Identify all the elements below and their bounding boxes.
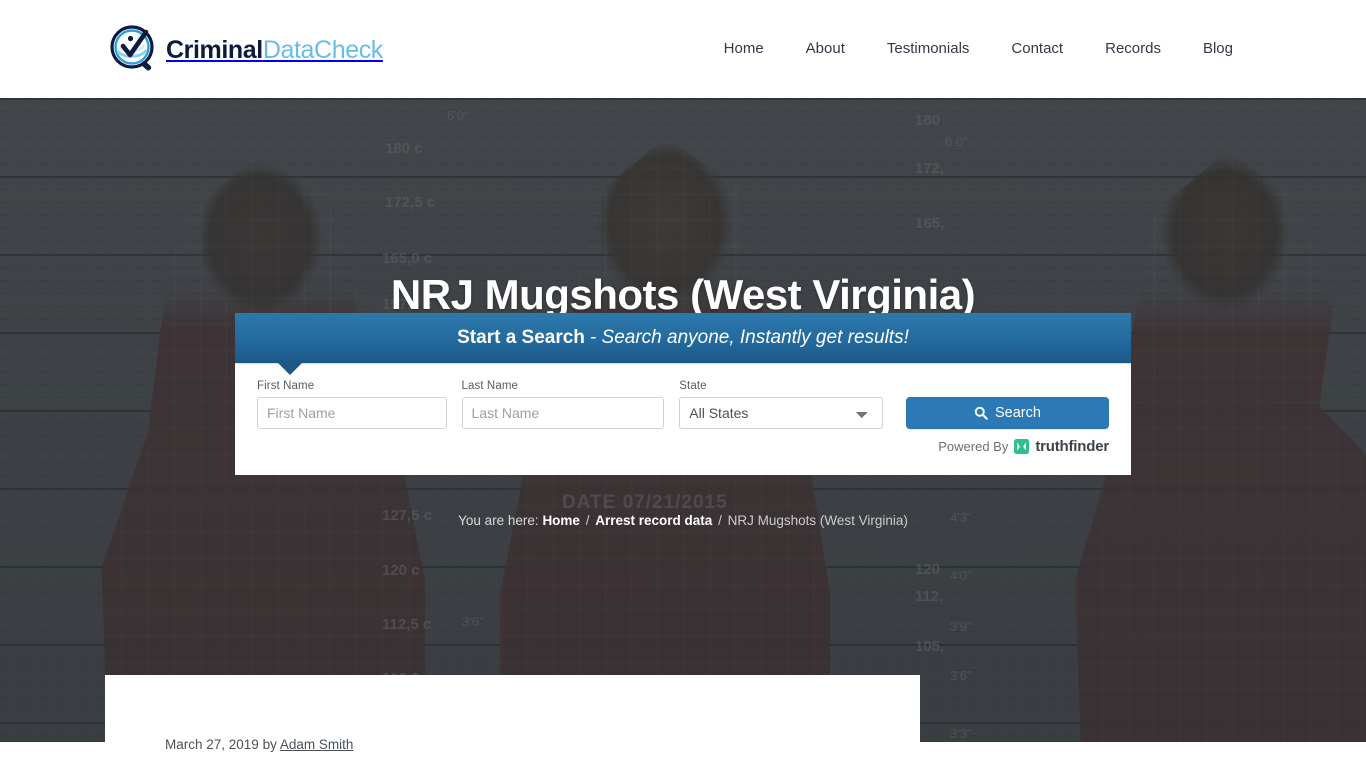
article-card: March 27, 2019 by Adam Smith	[105, 675, 920, 768]
site-header: CriminalDataCheck Home About Testimonial…	[0, 0, 1366, 98]
search-form: First Name Last Name State All States	[235, 363, 1131, 475]
logo-wordmark: CriminalDataCheck	[166, 35, 383, 64]
state-select[interactable]: All States	[679, 397, 883, 429]
breadcrumb-item-arrest-record-data[interactable]: Arrest record data	[595, 513, 712, 528]
breadcrumb-separator: /	[718, 513, 722, 528]
search-widget-tagline: - Search anyone, Instantly get results!	[589, 327, 909, 348]
search-button[interactable]: Search	[905, 397, 1109, 429]
state-field-group: State All States	[679, 380, 883, 429]
search-widget: Start a Search - Search anyone, Instantl…	[235, 313, 1131, 475]
article-author-link[interactable]: Adam Smith	[280, 737, 354, 752]
first-name-label: First Name	[257, 380, 315, 392]
powered-by-prefix: Powered By	[938, 439, 1009, 454]
breadcrumb-lead: You are here:	[458, 513, 539, 528]
breadcrumb-item-home[interactable]: Home	[542, 513, 580, 528]
nav-item-about[interactable]: About	[785, 38, 866, 60]
truthfinder-brand-name: truthfinder	[1035, 438, 1109, 455]
last-name-label: Last Name	[461, 380, 519, 392]
last-name-field-group: Last Name	[461, 380, 665, 429]
search-action-column: Search Powered By truthfinder	[905, 380, 1109, 455]
site-logo[interactable]: CriminalDataCheck	[108, 24, 383, 76]
first-name-input[interactable]	[257, 397, 447, 429]
logo-text-secondary: DataCheck	[262, 35, 383, 64]
breadcrumb-item-current: NRJ Mugshots (West Virginia)	[727, 513, 908, 528]
logo-text-primary: Criminal	[166, 35, 263, 64]
nav-item-testimonials[interactable]: Testimonials	[866, 38, 991, 60]
nav-item-home[interactable]: Home	[703, 38, 785, 60]
article-meta: March 27, 2019 by Adam Smith	[165, 737, 353, 752]
search-button-label: Search	[995, 405, 1041, 421]
powered-by-block: Powered By truthfinder	[938, 438, 1109, 455]
nav-item-contact[interactable]: Contact	[990, 38, 1084, 60]
article-by-word: by	[262, 737, 277, 752]
state-label: State	[679, 380, 707, 392]
last-name-input[interactable]	[461, 397, 665, 429]
breadcrumb-separator: /	[585, 513, 590, 528]
main-navigation: Home About Testimonials Contact Records …	[703, 38, 1254, 60]
first-name-field-group: First Name	[257, 380, 447, 429]
search-widget-header: Start a Search - Search anyone, Instantl…	[235, 313, 1131, 375]
search-widget-title: Start a Search	[457, 327, 585, 348]
nav-item-blog[interactable]: Blog	[1182, 38, 1254, 60]
article-date: March 27, 2019	[165, 737, 259, 752]
breadcrumb: You are here: Home / Arrest record data …	[0, 513, 1366, 528]
truthfinder-logo-icon	[1014, 439, 1030, 454]
magnifier-check-person-icon	[110, 25, 154, 71]
nav-item-records[interactable]: Records	[1084, 38, 1182, 60]
search-icon	[974, 406, 988, 420]
